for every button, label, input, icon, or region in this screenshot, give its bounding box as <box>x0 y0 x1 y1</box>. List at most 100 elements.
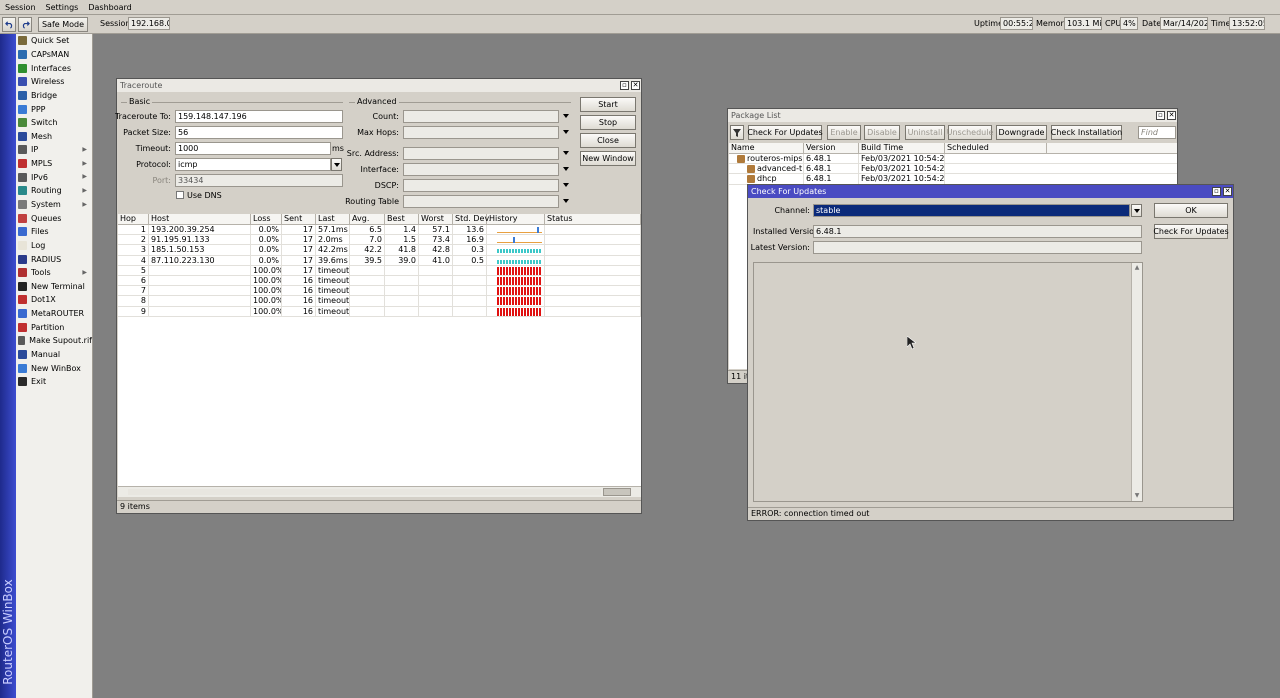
scroll-down-icon[interactable]: ▼ <box>1133 492 1141 500</box>
col-last[interactable]: Last <box>316 214 350 225</box>
table-row[interactable]: routeros-mipsbe6.48.1Feb/03/2021 10:54:2… <box>729 154 1177 165</box>
count-input[interactable] <box>403 110 559 123</box>
src-address-dropdown-icon[interactable] <box>563 151 569 155</box>
col-std-dev-[interactable]: Std. Dev. <box>453 214 491 225</box>
col-hop[interactable]: Hop <box>118 214 149 225</box>
menu-dashboard[interactable]: Dashboard <box>83 3 136 12</box>
target-input[interactable]: 159.148.147.196 <box>175 110 343 123</box>
use-dns-checkbox[interactable] <box>176 191 184 199</box>
sidebar-item-routing[interactable]: Routing ▶ <box>16 184 92 198</box>
sidebar-item-ppp[interactable]: PPP <box>16 102 92 116</box>
sidebar-item-ip[interactable]: IP ▶ <box>16 143 92 157</box>
interface-dropdown-icon[interactable] <box>563 167 569 171</box>
sidebar-item-mesh[interactable]: Mesh <box>16 129 92 143</box>
sidebar-item-new-winbox[interactable]: New WinBox <box>16 361 92 375</box>
sidebar-item-system[interactable]: System ▶ <box>16 198 92 212</box>
close-window-button[interactable]: ✕ <box>631 81 640 90</box>
sidebar-item-manual[interactable]: Manual <box>16 348 92 362</box>
package-close-button[interactable]: ✕ <box>1167 111 1176 120</box>
src-address-input[interactable] <box>403 147 559 160</box>
col-sent[interactable]: Sent <box>282 214 316 225</box>
find-input[interactable]: Find <box>1138 126 1176 139</box>
table-row[interactable]: 4 87.110.223.130 0.0% 17 39.6ms 39.5 39.0 41.0 0… <box>118 255 641 266</box>
table-row[interactable]: 2 91.195.91.133 0.0% 17 2.0ms 7.0 1.5 73.4 16.9 <box>118 235 641 246</box>
sidebar-item-metarouter[interactable]: MetaROUTER <box>16 307 92 321</box>
sidebar-item-interfaces[interactable]: Interfaces <box>16 61 92 75</box>
max-hops-input[interactable] <box>403 126 559 139</box>
horizontal-scrollbar[interactable] <box>118 486 641 497</box>
sidebar-item-files[interactable]: Files <box>16 225 92 239</box>
close-button[interactable]: Close <box>580 133 636 148</box>
maximize-button[interactable]: ▫ <box>620 81 629 90</box>
channel-dropdown-button[interactable] <box>1131 204 1142 217</box>
scrollbar-thumb[interactable] <box>603 488 631 496</box>
col-scheduled[interactable]: Scheduled <box>945 143 1047 154</box>
col-version[interactable]: Version <box>804 143 859 154</box>
col-best[interactable]: Best <box>385 214 419 225</box>
updates-maximize-button[interactable]: ▫ <box>1212 187 1221 196</box>
sidebar-item-radius[interactable]: RADIUS <box>16 252 92 266</box>
sidebar-item-ipv6[interactable]: IPv6 ▶ <box>16 170 92 184</box>
sidebar-item-mpls[interactable]: MPLS ▶ <box>16 157 92 171</box>
table-row[interactable]: advanced-t...6.48.1Feb/03/2021 10:54:22 <box>729 164 1177 175</box>
downgrade-button[interactable]: Downgrade <box>996 125 1047 140</box>
changelog-scrollbar[interactable]: ▲ ▼ <box>1131 263 1142 501</box>
count-dropdown-icon[interactable] <box>563 114 569 118</box>
uninstall-button[interactable]: Uninstall <box>905 125 945 140</box>
unschedule-button[interactable]: Unschedule <box>947 125 993 140</box>
col-status[interactable]: Status <box>545 214 641 225</box>
col-history[interactable]: History <box>487 214 545 225</box>
table-row[interactable]: 1 193.200.39.254 0.0% 17 57.1ms 6.5 1.4 57.1 13.… <box>118 225 641 236</box>
enable-button[interactable]: Enable <box>827 125 861 140</box>
changelog-area[interactable]: ▲ ▼ <box>753 262 1143 502</box>
traceroute-titlebar[interactable]: Traceroute ▫ ✕ <box>117 79 641 92</box>
check-updates-titlebar[interactable]: Check For Updates ▫ ✕ <box>748 185 1233 198</box>
table-row[interactable]: 8 100.0% 16 timeout <box>118 296 641 307</box>
sidebar-item-make-supout-rif[interactable]: Make Supout.rif <box>16 334 92 348</box>
sidebar-item-quick-set[interactable]: Quick Set <box>16 34 92 48</box>
routing-table-dropdown-icon[interactable] <box>563 199 569 203</box>
col-name[interactable]: Name <box>729 143 804 154</box>
check-updates-button[interactable]: Check For Updates <box>747 125 823 140</box>
package-list-titlebar[interactable]: Package List ▫ ✕ <box>728 109 1177 122</box>
redo-button[interactable] <box>18 17 32 32</box>
sidebar-item-queues[interactable]: Queues <box>16 211 92 225</box>
scrollbar-track[interactable] <box>128 489 601 495</box>
table-row[interactable]: 3 185.1.50.153 0.0% 17 42.2ms 42.2 41.8 42.8 0.3 <box>118 245 641 256</box>
sidebar-item-dot1x[interactable]: Dot1X <box>16 293 92 307</box>
packet-size-input[interactable]: 56 <box>175 126 343 139</box>
col-worst[interactable]: Worst <box>419 214 453 225</box>
col-loss[interactable]: Loss <box>251 214 282 225</box>
scroll-up-icon[interactable]: ▲ <box>1133 264 1141 272</box>
undo-button[interactable] <box>2 17 16 32</box>
stop-button[interactable]: Stop <box>580 115 636 130</box>
timeout-input[interactable]: 1000 <box>175 142 331 155</box>
sidebar-item-wireless[interactable]: Wireless <box>16 75 92 89</box>
interface-input[interactable] <box>403 163 559 176</box>
sidebar-item-capsman[interactable]: CAPsMAN <box>16 48 92 62</box>
protocol-select[interactable]: icmp <box>175 158 331 171</box>
protocol-dropdown-button[interactable] <box>331 158 342 171</box>
check-installation-button[interactable]: Check Installation <box>1051 125 1122 140</box>
table-row[interactable]: 6 100.0% 16 timeout <box>118 276 641 287</box>
col-host[interactable]: Host <box>149 214 251 225</box>
dscp-input[interactable] <box>403 179 559 192</box>
sidebar-item-log[interactable]: Log <box>16 239 92 253</box>
new-window-button[interactable]: New Window <box>580 151 636 166</box>
table-row[interactable]: 5 100.0% 17 timeout <box>118 265 641 276</box>
table-row[interactable]: 9 100.0% 16 timeout <box>118 306 641 317</box>
filter-button[interactable] <box>730 125 744 140</box>
menu-settings[interactable]: Settings <box>41 3 84 12</box>
updates-close-button[interactable]: ✕ <box>1223 187 1232 196</box>
start-button[interactable]: Start <box>580 97 636 112</box>
menu-session[interactable]: Session <box>0 3 41 12</box>
sidebar-item-partition[interactable]: Partition <box>16 320 92 334</box>
sidebar-item-exit[interactable]: Exit <box>16 375 92 389</box>
routing-table-input[interactable] <box>403 195 559 208</box>
table-row[interactable]: 7 100.0% 16 timeout <box>118 286 641 297</box>
col-build-time[interactable]: Build Time <box>859 143 945 154</box>
sidebar-item-new-terminal[interactable]: New Terminal <box>16 280 92 294</box>
sidebar-item-tools[interactable]: Tools ▶ <box>16 266 92 280</box>
safe-mode-button[interactable]: Safe Mode <box>38 17 88 32</box>
check-for-updates-button[interactable]: Check For Updates <box>1153 224 1229 239</box>
